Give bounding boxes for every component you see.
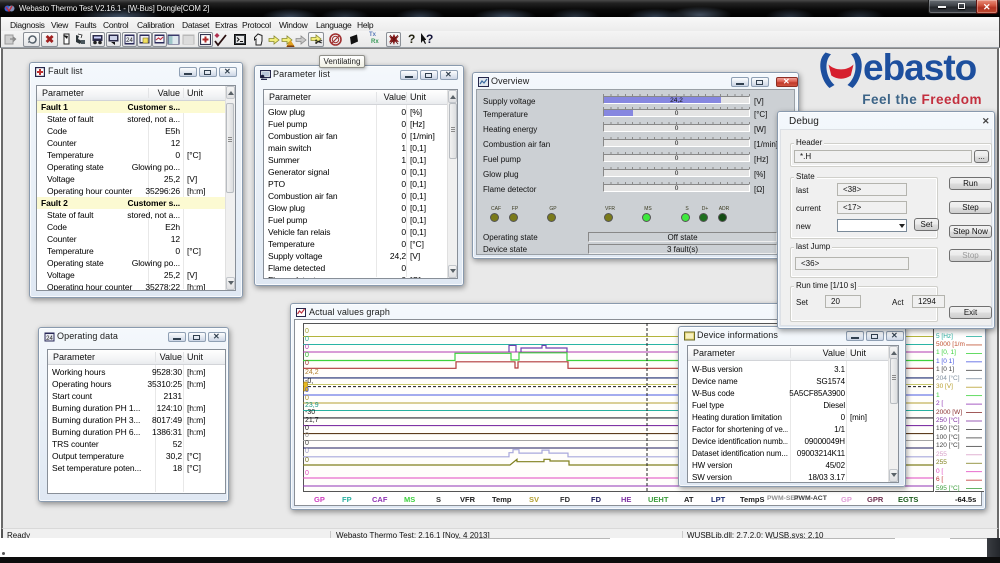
svg-text:24: 24: [46, 336, 53, 342]
svg-text:24: 24: [126, 38, 133, 44]
